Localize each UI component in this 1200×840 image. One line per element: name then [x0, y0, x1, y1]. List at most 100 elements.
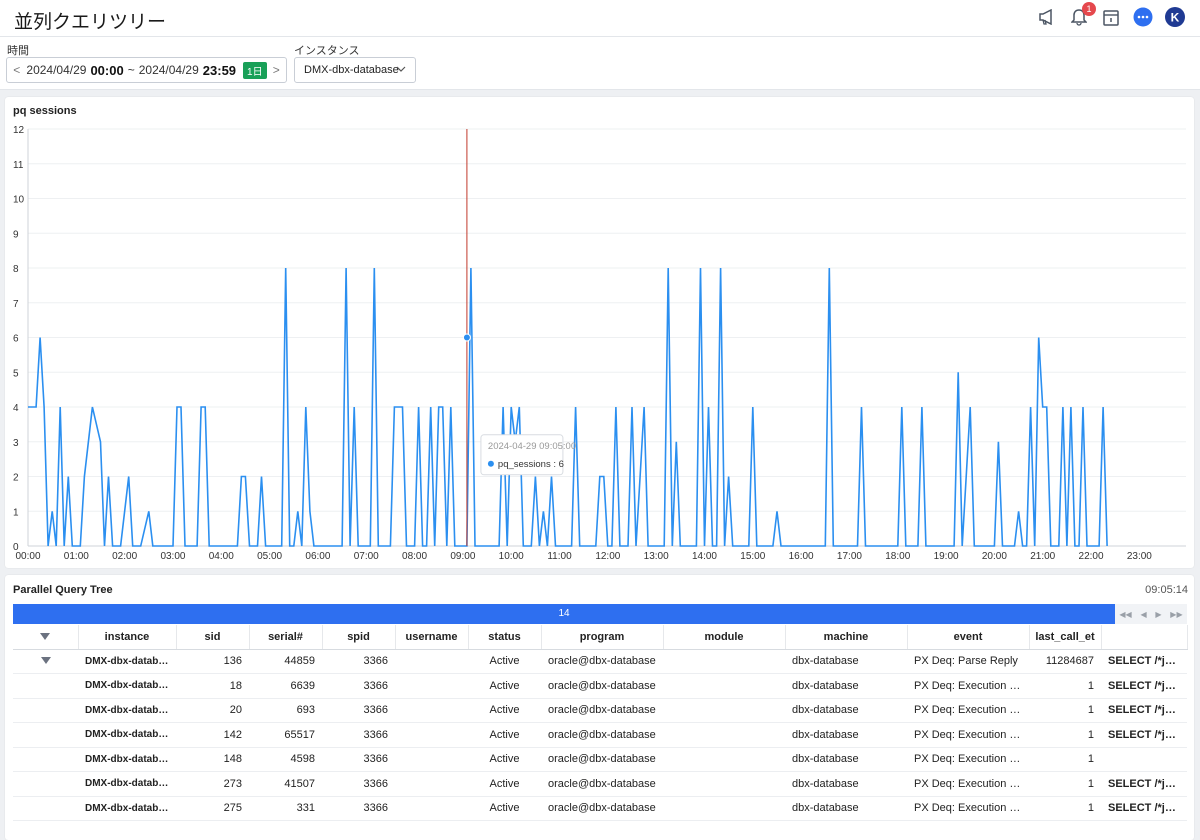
column-header[interactable]: instance — [78, 625, 177, 650]
top-bar: 並列クエリツリー 1 K — [0, 0, 1200, 37]
time-range-text[interactable]: 2024/04/29 00:00 ~ 2024/04/29 23:59 1日 — [26, 61, 267, 79]
megaphone-icon[interactable] — [1036, 6, 1058, 28]
cell-username — [395, 747, 468, 772]
cell-sid: 20 — [176, 698, 249, 723]
avatar[interactable]: K — [1164, 6, 1186, 28]
cell-serial: 4598 — [249, 747, 322, 772]
x-tick-label: 05:00 — [257, 551, 282, 562]
cell-username — [395, 722, 468, 748]
end-time: 23:59 — [202, 62, 237, 78]
cell-last_call_et: 1 — [1029, 747, 1101, 772]
cell-sql[interactable]: SELECT /*jskqjc — [1101, 698, 1187, 723]
column-header[interactable] — [1101, 625, 1188, 650]
cell-status: Active — [468, 673, 541, 699]
x-tick-label: 16:00 — [789, 551, 814, 562]
page-title: 並列クエリツリー — [14, 12, 167, 33]
table-row[interactable]: DMX-dbx-database 20 693 3366 Active oracle@db… — [13, 698, 1187, 723]
bell-icon[interactable]: 1 — [1068, 2, 1096, 28]
cell-sql[interactable]: SELECT /*jskqjc — [1101, 673, 1187, 699]
range-separator: ~ — [127, 63, 135, 77]
cell-module — [663, 771, 785, 797]
cell-machine: dbx-database — [785, 771, 907, 797]
cell-serial: 44859 — [249, 649, 322, 674]
table-row[interactable]: DMX-dbx-database 142 65517 3366 Active oracle… — [13, 722, 1187, 748]
table-row[interactable]: DMX-dbx-database 136 44859 3366 Active oracle… — [13, 649, 1187, 674]
notification-badge: 1 — [1082, 2, 1096, 16]
cell-spid: 3366 — [322, 673, 395, 699]
cell-module — [663, 649, 785, 674]
column-header[interactable]: sid — [176, 625, 250, 650]
cell-sql[interactable]: SELECT /*jskqjc — [1101, 649, 1187, 674]
column-header[interactable]: username — [395, 625, 469, 650]
table-row[interactable]: DMX-dbx-database 275 331 3366 Active oracle@d… — [13, 796, 1187, 821]
instance-select-value: DMX-dbx-database — [304, 64, 399, 76]
table-row[interactable]: DMX-dbx-database 273 41507 3366 Active oracle… — [13, 771, 1187, 797]
calendar-icon[interactable] — [1100, 6, 1122, 28]
cell-expander — [13, 722, 78, 748]
instance-label: インスタンス — [294, 45, 360, 57]
cell-sql[interactable]: SELECT /*jskqjc — [1101, 771, 1187, 797]
cell-expander — [13, 796, 78, 821]
column-header[interactable]: last_call_et — [1029, 625, 1102, 650]
table-header: instance sid serial# spid username status prog… — [13, 625, 1188, 650]
cell-sql[interactable]: SELECT /*jskqjc — [1101, 796, 1187, 821]
cell-expander[interactable] — [13, 649, 78, 674]
cell-last_call_et: 1 — [1029, 796, 1101, 821]
cell-last_call_et: 11284687 — [1029, 649, 1101, 674]
cell-serial: 6639 — [249, 673, 322, 699]
chat-icon[interactable] — [1132, 6, 1154, 28]
cell-sql[interactable] — [1101, 747, 1187, 772]
cell-program: oracle@dbx-database — [541, 722, 663, 748]
column-header[interactable]: spid — [322, 625, 396, 650]
cell-sql[interactable]: SELECT /*jskqjc — [1101, 722, 1187, 748]
column-header[interactable]: serial# — [249, 625, 323, 650]
query-tree-table: instance sid serial# spid username status prog… — [13, 625, 1188, 821]
cell-sid: 273 — [176, 771, 249, 797]
expand-all-toggle[interactable] — [13, 625, 79, 650]
table-row[interactable]: DMX-dbx-database 18 6639 3366 Active oracle@d… — [13, 673, 1187, 699]
triangle-down-icon[interactable] — [40, 657, 51, 665]
avatar-letter: K — [1171, 11, 1180, 25]
prev-page-icon[interactable]: ◀ — [1140, 610, 1146, 619]
column-header[interactable]: program — [541, 625, 664, 650]
highlight-point — [462, 333, 471, 342]
y-tick-label: 10 — [13, 195, 25, 206]
table-row[interactable]: DMX-dbx-database 148 4598 3366 Active oracle@… — [13, 747, 1187, 772]
cell-event: PX Deq: Execution Msg — [907, 673, 1029, 699]
y-tick-label: 1 — [13, 507, 19, 518]
column-header[interactable]: event — [907, 625, 1030, 650]
last-page-icon[interactable]: ▶▶ — [1170, 610, 1182, 619]
y-tick-label: 5 — [13, 368, 19, 379]
column-header[interactable]: status — [468, 625, 542, 650]
column-header[interactable]: machine — [785, 625, 908, 650]
next-page-icon[interactable]: ▶ — [1155, 610, 1161, 619]
x-tick-label: 13:00 — [644, 551, 669, 562]
column-header[interactable]: module — [663, 625, 786, 650]
y-tick-label: 3 — [13, 438, 19, 449]
cell-username — [395, 771, 468, 797]
prev-range-icon[interactable]: < — [7, 63, 26, 77]
cell-module — [663, 673, 785, 699]
cell-program: oracle@dbx-database — [541, 649, 663, 674]
pq-sessions-chart[interactable]: 012345678910111200:00 01:00 02:00 03:00 04:0… — [5, 97, 1194, 568]
x-tick-label: 14:00 — [692, 551, 717, 562]
y-tick-label: 9 — [13, 229, 19, 240]
parallel-query-tree-panel: Parallel Query Tree 09:05:14 14 ◀◀ ◀ ▶ ▶… — [5, 575, 1194, 840]
filter-bar: 時間 < 2024/04/29 00:00 ~ 2024/04/29 23:59… — [0, 37, 1200, 90]
cell-machine: dbx-database — [785, 722, 907, 748]
time-range-picker[interactable]: < 2024/04/29 00:00 ~ 2024/04/29 23:59 1日… — [6, 57, 287, 83]
y-tick-label: 4 — [13, 403, 19, 414]
cell-instance: DMX-dbx-database — [78, 649, 176, 674]
instance-select[interactable]: DMX-dbx-database — [294, 57, 416, 83]
next-range-icon[interactable]: > — [267, 63, 286, 77]
cell-username — [395, 796, 468, 821]
tree-title: Parallel Query Tree — [13, 584, 113, 596]
cell-spid: 3366 — [322, 649, 395, 674]
y-tick-label: 7 — [13, 299, 19, 310]
chevron-down-icon — [396, 64, 406, 77]
cell-program: oracle@dbx-database — [541, 796, 663, 821]
cell-program: oracle@dbx-database — [541, 771, 663, 797]
cell-machine: dbx-database — [785, 698, 907, 723]
first-page-icon[interactable]: ◀◀ — [1119, 610, 1131, 619]
cell-status: Active — [468, 698, 541, 723]
